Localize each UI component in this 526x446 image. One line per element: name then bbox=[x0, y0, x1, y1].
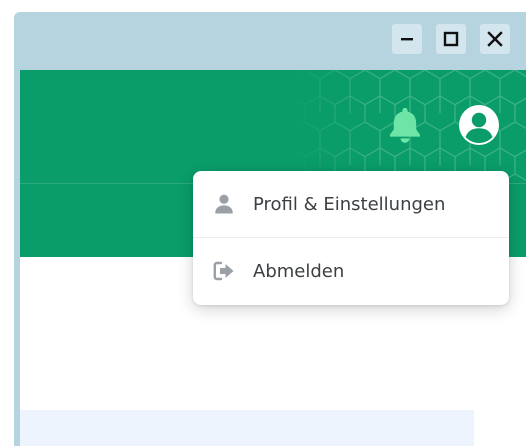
minimize-icon bbox=[401, 38, 413, 41]
notifications-button[interactable] bbox=[388, 106, 422, 144]
maximize-button[interactable] bbox=[436, 24, 466, 54]
menu-item-label: Profil & Einstellungen bbox=[253, 193, 446, 215]
bell-icon bbox=[390, 108, 420, 143]
menu-item-label: Abmelden bbox=[253, 260, 345, 282]
window-titlebar[interactable] bbox=[14, 12, 526, 70]
minimize-button[interactable] bbox=[392, 24, 422, 54]
content-strip bbox=[20, 410, 474, 446]
user-dropdown-menu: Profil & Einstellungen Abmelden bbox=[193, 171, 509, 305]
sign-out-icon bbox=[213, 260, 235, 282]
close-icon bbox=[487, 31, 503, 47]
user-icon bbox=[213, 193, 235, 215]
maximize-icon bbox=[443, 31, 459, 47]
close-button[interactable] bbox=[480, 24, 510, 54]
menu-item-profile-settings[interactable]: Profil & Einstellungen bbox=[193, 171, 509, 237]
account-button[interactable] bbox=[458, 104, 500, 146]
user-circle-icon bbox=[459, 105, 499, 145]
menu-item-logout[interactable]: Abmelden bbox=[193, 238, 509, 304]
